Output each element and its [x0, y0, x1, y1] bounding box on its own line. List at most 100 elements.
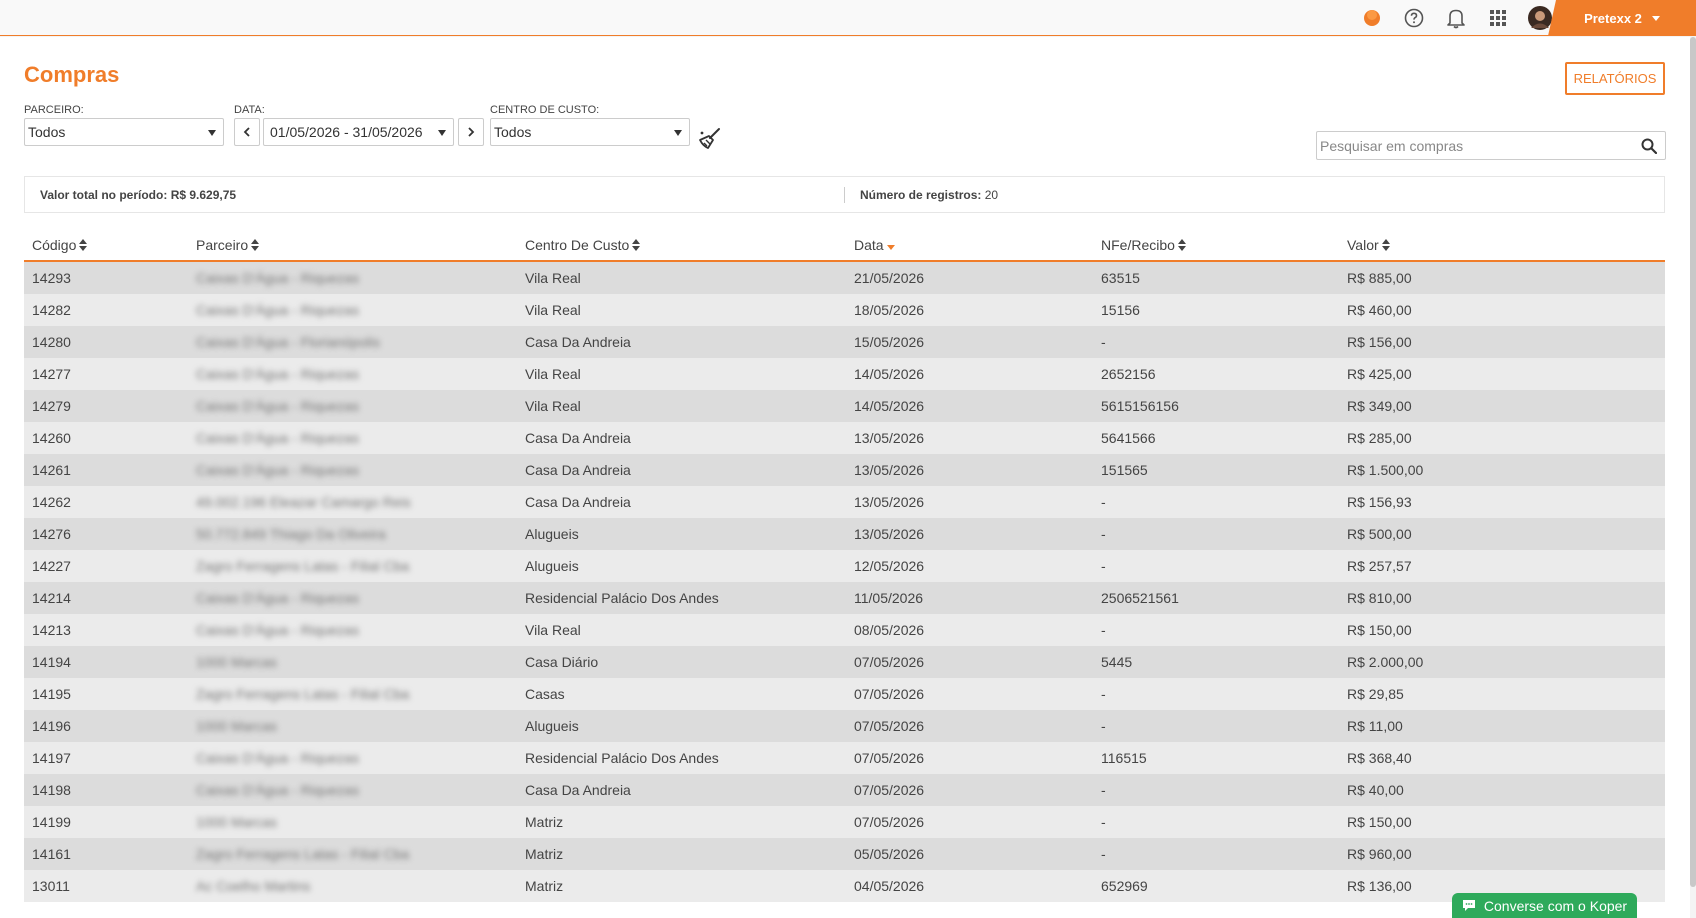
caret-down-icon	[674, 130, 682, 136]
cell-centro-de-custo: Vila Real	[525, 270, 581, 286]
table-row[interactable]: 14195 Zagro Ferragens Latas - Filial Cba C…	[24, 678, 1665, 710]
cell-parceiro: Caixas D'Água - Riquezas	[196, 590, 359, 606]
table-row[interactable]: 14213 Caixas D'Água - Riquezas Vila Real 08…	[24, 614, 1665, 646]
cell-valor: R$ 150,00	[1347, 814, 1412, 830]
cell-parceiro: Caixas D'Água - Riquezas	[196, 750, 359, 766]
cell-data: 18/05/2026	[854, 302, 925, 318]
header-nfe-recibo[interactable]: NFe/Recibo	[1101, 237, 1186, 253]
cell-codigo: 14280	[32, 334, 71, 350]
table-row[interactable]: 14279 Caixas D'Água - Riquezas Vila Real 14…	[24, 390, 1665, 422]
cell-valor: R$ 156,93	[1347, 494, 1412, 510]
cell-codigo: 14261	[32, 462, 71, 478]
table-row[interactable]: 13011 Ac Coelho Martins Matriz 04/05/2026 65…	[24, 870, 1665, 902]
search-input[interactable]	[1317, 132, 1617, 159]
table-row[interactable]: 14280 Caixas D'Água - Florianópolis Casa D…	[24, 326, 1665, 358]
cell-nfe-recibo: 151565	[1101, 462, 1148, 478]
sort-descending-icon	[886, 244, 895, 250]
avatar[interactable]	[1528, 6, 1552, 30]
table-row[interactable]: 14260 Caixas D'Água - Riquezas Casa Da And…	[24, 422, 1665, 454]
cell-nfe-recibo: -	[1101, 846, 1106, 862]
main-area: Compras RELATÓRIOS PARCEIRO: Todos DATA:…	[0, 37, 1696, 918]
header-data[interactable]: Data	[854, 237, 895, 253]
table-row[interactable]: 14276 50.772.849 Thiago Da Oliveira Alugue…	[24, 518, 1665, 550]
apps-grid-icon[interactable]	[1486, 6, 1510, 30]
cell-nfe-recibo: -	[1101, 622, 1106, 638]
user-menu-button[interactable]: Pretexx 2	[1548, 0, 1696, 36]
cell-centro-de-custo: Matriz	[525, 846, 564, 862]
cell-codigo: 14262	[32, 494, 71, 510]
header-label: Centro De Custo	[525, 237, 630, 253]
cell-nfe-recibo: 63515	[1101, 270, 1140, 286]
cell-valor: R$ 156,00	[1347, 334, 1412, 350]
cell-parceiro: 1000 Marcas	[196, 718, 277, 734]
search-icon[interactable]	[1641, 138, 1657, 154]
cell-codigo: 14161	[32, 846, 71, 862]
sort-icon	[251, 239, 260, 251]
cell-nfe-recibo: 2506521561	[1101, 590, 1179, 606]
cell-data: 05/05/2026	[854, 846, 925, 862]
cell-codigo: 14260	[32, 430, 71, 446]
chat-label: Converse com o Koper	[1483, 897, 1628, 914]
cell-parceiro: 1000 Marcas	[196, 654, 277, 670]
date-range-select[interactable]: 01/05/2026 - 31/05/2026	[263, 118, 454, 146]
cell-valor: R$ 810,00	[1347, 590, 1412, 606]
cell-data: 13/05/2026	[854, 462, 925, 478]
cell-data: 07/05/2026	[854, 750, 925, 766]
cell-valor: R$ 368,40	[1347, 750, 1412, 766]
status-orb-icon[interactable]	[1360, 6, 1384, 30]
table-row[interactable]: 14161 Zagro Ferragens Latas - Filial Cba M…	[24, 838, 1665, 870]
search-box	[1316, 131, 1666, 160]
header-parceiro[interactable]: Parceiro	[196, 237, 260, 253]
table-row[interactable]: 14293 Caixas D'Água - Riquezas Vila Real 21…	[24, 262, 1665, 294]
cell-valor: R$ 2.000,00	[1347, 654, 1424, 670]
cell-codigo: 14196	[32, 718, 71, 734]
table-row[interactable]: 14214 Caixas D'Água - Riquezas Residencial…	[24, 582, 1665, 614]
table-row[interactable]: 14262 49.002.196 Eleazar Camargo Reis Casa…	[24, 486, 1665, 518]
cell-centro-de-custo: Vila Real	[525, 366, 581, 382]
header-centro-de-custo[interactable]: Centro De Custo	[525, 237, 641, 253]
table-row[interactable]: 14198 Caixas D'Água - Riquezas Casa Da And…	[24, 774, 1665, 806]
chat-button[interactable]: Converse com o Koper	[1452, 893, 1637, 918]
cell-codigo: 14279	[32, 398, 71, 414]
notifications-bell-icon[interactable]	[1444, 6, 1468, 30]
cell-data: 11/05/2026	[854, 590, 924, 606]
cell-parceiro: Caixas D'Água - Riquezas	[196, 398, 359, 414]
cell-nfe-recibo: -	[1101, 526, 1106, 542]
table-row[interactable]: 14197 Caixas D'Água - Riquezas Residencial…	[24, 742, 1665, 774]
cell-parceiro: Ac Coelho Martins	[196, 878, 311, 894]
table-row[interactable]: 14277 Caixas D'Água - Riquezas Vila Real 14…	[24, 358, 1665, 390]
cell-parceiro: Caixas D'Água - Riquezas	[196, 302, 359, 318]
summary-bar: Valor total no período: R$ 9.629,75 Núme…	[24, 176, 1665, 213]
partner-select[interactable]: Todos	[24, 118, 224, 146]
header-valor[interactable]: Valor	[1347, 237, 1390, 253]
header-codigo[interactable]: Código	[32, 237, 88, 253]
count-summary: Número de registros: 20	[860, 188, 998, 202]
table-row[interactable]: 14261 Caixas D'Água - Riquezas Casa Da And…	[24, 454, 1665, 486]
help-icon[interactable]	[1402, 6, 1426, 30]
table-row[interactable]: 14199 1000 Marcas Matriz 07/05/2026 - R$ 150,…	[24, 806, 1665, 838]
table-row[interactable]: 14227 Zagro Ferragens Latas - Filial Cba A…	[24, 550, 1665, 582]
cell-data: 13/05/2026	[854, 430, 925, 446]
cost-center-select[interactable]: Todos	[490, 118, 690, 146]
table-row[interactable]: 14194 1000 Marcas Casa Diário 07/05/2026 544…	[24, 646, 1665, 678]
cell-codigo: 14277	[32, 366, 71, 382]
page-scrollbar[interactable]	[1690, 37, 1696, 887]
cell-nfe-recibo: -	[1101, 814, 1106, 830]
top-bar: Pretexx 2	[0, 0, 1696, 36]
table-row[interactable]: 14196 1000 Marcas Alugueis 07/05/2026 - R$ 11…	[24, 710, 1665, 742]
sort-icon	[632, 239, 641, 251]
sort-icon	[1381, 239, 1390, 251]
table-row[interactable]: 14282 Caixas D'Água - Riquezas Vila Real 18…	[24, 294, 1665, 326]
cell-data: 07/05/2026	[854, 718, 925, 734]
clear-filters-broom-icon[interactable]	[697, 126, 723, 152]
reports-button[interactable]: RELATÓRIOS	[1565, 62, 1665, 95]
date-next-button[interactable]	[458, 118, 484, 146]
cell-nfe-recibo: 652969	[1101, 878, 1148, 894]
cell-valor: R$ 257,57	[1347, 558, 1412, 574]
cell-centro-de-custo: Vila Real	[525, 622, 581, 638]
cell-centro-de-custo: Vila Real	[525, 302, 581, 318]
date-prev-button[interactable]	[234, 118, 260, 146]
cell-codigo: 14197	[32, 750, 71, 766]
cell-parceiro: Caixas D'Água - Florianópolis	[196, 334, 380, 350]
date-label: DATA:	[234, 104, 265, 116]
